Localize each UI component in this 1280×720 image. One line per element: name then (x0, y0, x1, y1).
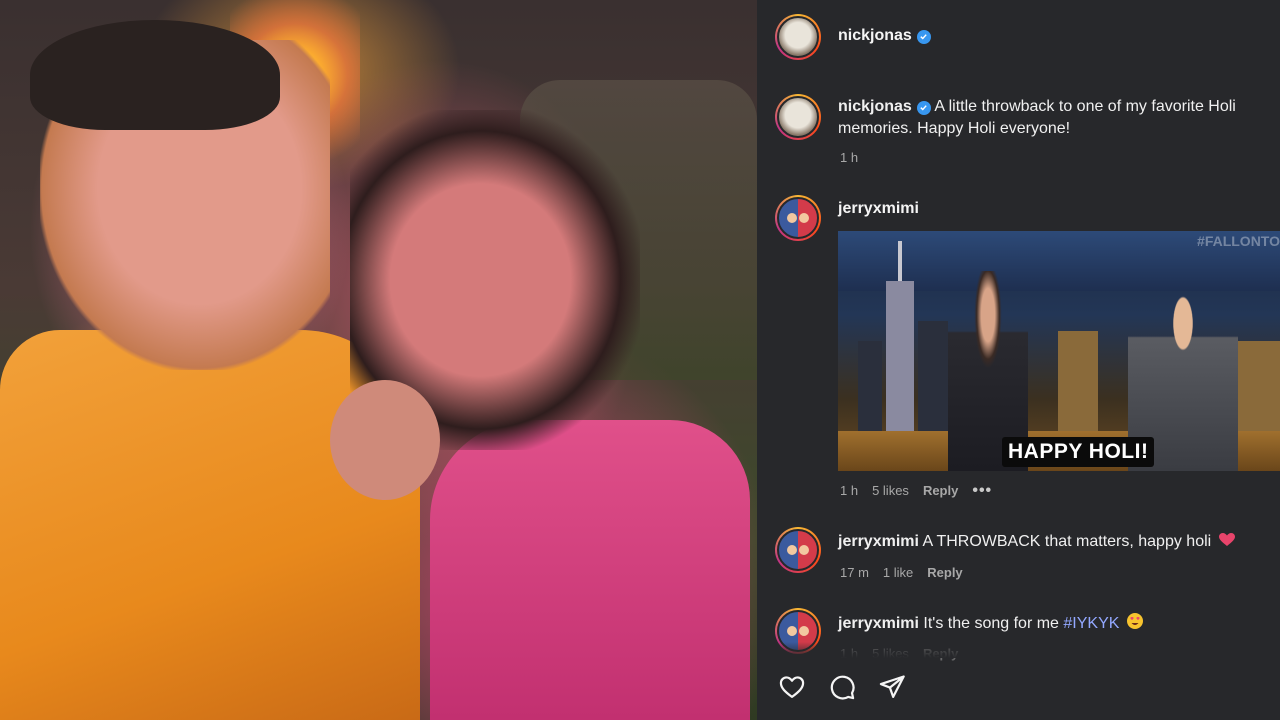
comment-2-avatar-image (777, 529, 819, 571)
post-author[interactable]: nickjonas (838, 27, 931, 45)
comment-3-hashtag[interactable]: #IYKYK (1063, 615, 1119, 632)
screenshot-frame: nickjonas nickjonas A little throwback t… (0, 0, 1280, 720)
author-avatar-image (777, 16, 819, 58)
heart-eyes-emoji-icon (1126, 613, 1143, 629)
verified-badge-icon (916, 29, 931, 44)
caption-line-2: memories. Happy Holi everyone! (838, 120, 1071, 137)
gif-building (1238, 341, 1280, 441)
gif-building (918, 321, 948, 441)
caption-line-1: A little throwback to one of my favorite… (934, 98, 1236, 115)
comment-2-text: jerryxmimi A THROWBACK that matters, hap… (838, 531, 1278, 553)
heart-outline-icon (779, 676, 805, 699)
comment-1-likes[interactable]: 5 likes (872, 483, 909, 498)
comment-1-username[interactable]: jerryxmimi (838, 200, 919, 218)
gif-building (858, 341, 882, 441)
comment-2-avatar[interactable] (775, 527, 821, 573)
comment-1-gif[interactable]: #FALLONTO HAPPY HOLI! (838, 231, 1280, 471)
caption-meta: 1 h (840, 150, 858, 165)
comment-bubble-icon (830, 675, 855, 700)
caption-avatar-image (777, 96, 819, 138)
gif-subtitle: HAPPY HOLI! (1002, 437, 1155, 467)
gif-skyscraper (886, 281, 914, 451)
scroll-fade (757, 642, 1280, 658)
post-photo[interactable] (0, 0, 757, 720)
caption-username[interactable]: nickjonas (838, 98, 912, 115)
gif-spire (898, 241, 902, 281)
gif-building (1058, 331, 1098, 441)
comment-3-body: It's the song for me (923, 615, 1059, 632)
post-author-name[interactable]: nickjonas (838, 27, 912, 44)
like-button[interactable] (777, 672, 807, 702)
comment-3-text: jerryxmimi It's the song for me #IYKYK (838, 613, 1278, 635)
caption-avatar[interactable] (775, 94, 821, 140)
heart-emoji-icon (1218, 533, 1235, 546)
comment-2-body: A THROWBACK that matters, happy holi (922, 533, 1212, 550)
comment-2-time[interactable]: 17 m (840, 565, 869, 580)
post-actions-bar (777, 672, 907, 702)
share-button[interactable] (877, 672, 907, 702)
comment-2-likes[interactable]: 1 like (883, 565, 913, 580)
man-hair (30, 20, 280, 130)
comment-2-meta: 17 m 1 like Reply (840, 565, 963, 580)
pink-dress (430, 420, 750, 720)
caption-timestamp[interactable]: 1 h (840, 150, 858, 165)
comment-1-more-options[interactable]: ••• (972, 482, 992, 498)
comment-2-username[interactable]: jerryxmimi (838, 533, 919, 550)
comment-1-time[interactable]: 1 h (840, 483, 858, 498)
comment-button[interactable] (827, 672, 857, 702)
comment-2-reply-button[interactable]: Reply (927, 565, 962, 580)
caption-verified-badge-icon (916, 100, 931, 115)
author-avatar[interactable] (775, 14, 821, 60)
caption-text: nickjonas A little throwback to one of m… (838, 96, 1268, 140)
comment-1-meta: 1 h 5 likes Reply ••• (840, 482, 992, 498)
comment-1-avatar-image (777, 197, 819, 239)
comment-1-avatar[interactable] (775, 195, 821, 241)
woman-hand (330, 380, 440, 500)
paper-plane-icon (879, 675, 905, 699)
comment-1-reply-button[interactable]: Reply (923, 483, 958, 498)
comment-3-username[interactable]: jerryxmimi (838, 615, 919, 632)
gif-watermark: #FALLONTO (1197, 233, 1280, 249)
